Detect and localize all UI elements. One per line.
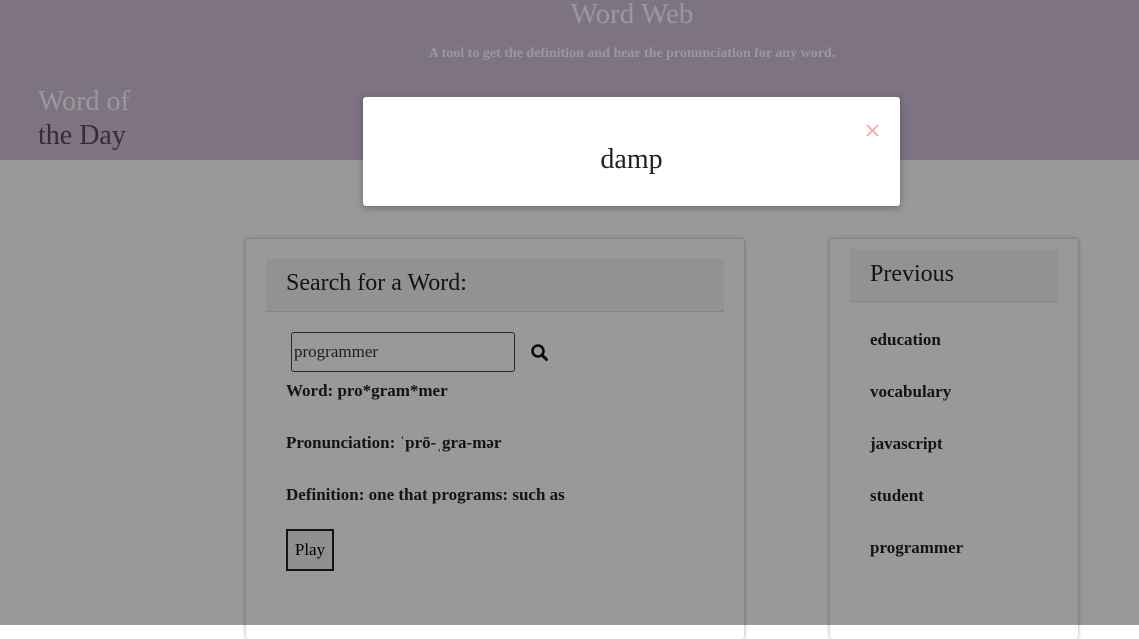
- modal-backdrop[interactable]: [0, 0, 1139, 625]
- modal-word: damp: [600, 144, 663, 175]
- close-icon: [866, 124, 879, 137]
- word-modal: damp: [363, 97, 900, 206]
- modal-close-button[interactable]: [863, 121, 883, 141]
